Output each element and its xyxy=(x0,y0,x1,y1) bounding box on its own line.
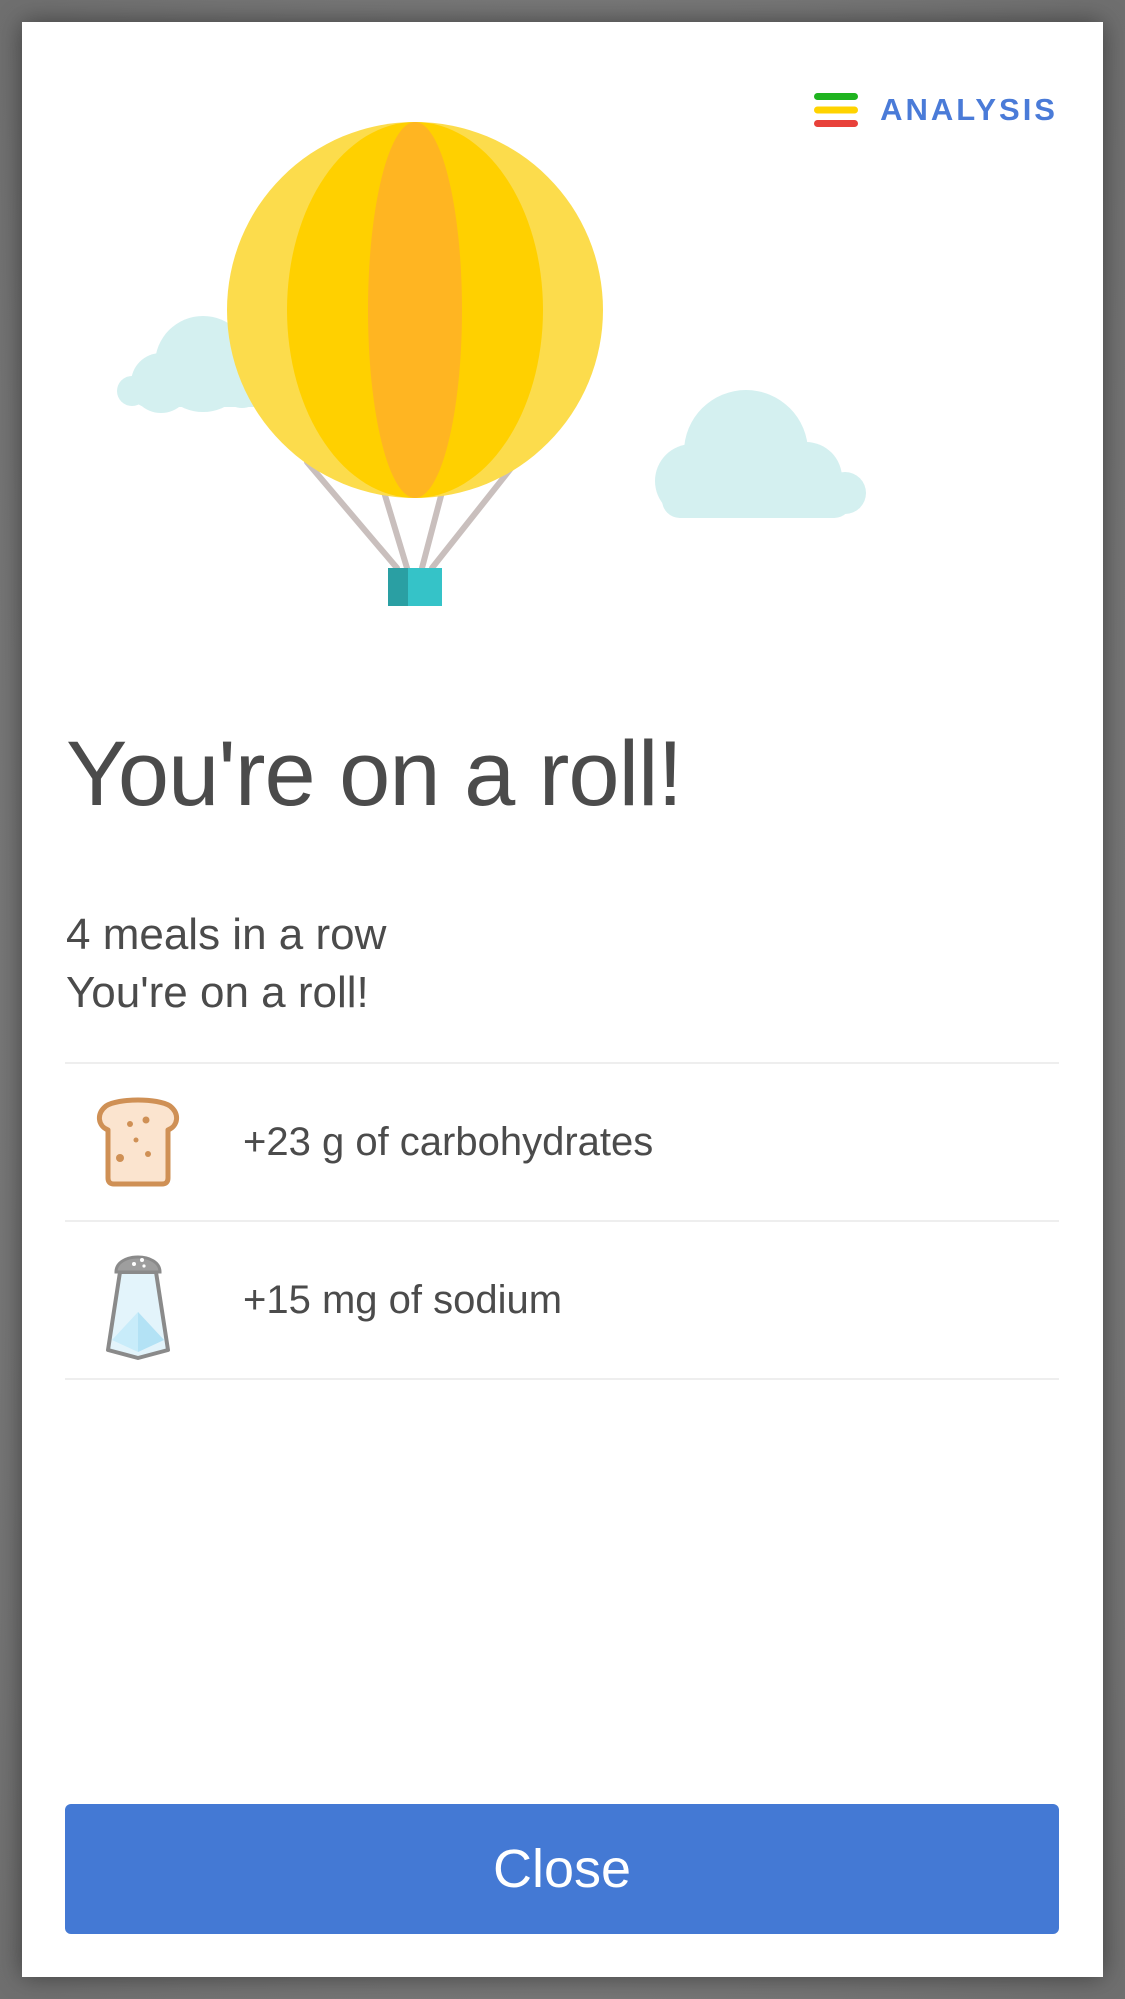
bread-slice-icon xyxy=(83,1082,193,1202)
close-button[interactable]: Close xyxy=(65,1804,1059,1934)
streak-count-text: 4 meals in a row xyxy=(66,910,387,959)
analysis-link[interactable]: ANALYSIS xyxy=(814,80,1058,140)
analysis-label: ANALYSIS xyxy=(880,92,1058,127)
streak-message-text: You're on a roll! xyxy=(66,968,369,1017)
balloon-envelope xyxy=(227,122,603,498)
balloon-basket xyxy=(388,568,442,606)
salt-shaker-icon xyxy=(83,1240,193,1360)
traffic-light-bars-icon xyxy=(814,93,859,127)
stat-row-carbohydrates: +23 g of carbohydrates xyxy=(65,1064,1059,1222)
stat-text-carbohydrates: +23 g of carbohydrates xyxy=(243,1119,654,1164)
stat-text-sodium: +15 mg of sodium xyxy=(243,1277,563,1322)
stat-row-sodium: +15 mg of sodium xyxy=(65,1222,1059,1380)
cloud-right xyxy=(655,390,866,518)
achievement-card: ANALYSIS You're on a roll! 4 meals in a … xyxy=(22,22,1103,1977)
page-title: You're on a roll! xyxy=(66,723,683,825)
streak-description: 4 meals in a row You're on a roll! xyxy=(66,906,386,1022)
nutrient-stat-list: +23 g of carbohydrates +15 mg of sodium xyxy=(65,1062,1059,1380)
